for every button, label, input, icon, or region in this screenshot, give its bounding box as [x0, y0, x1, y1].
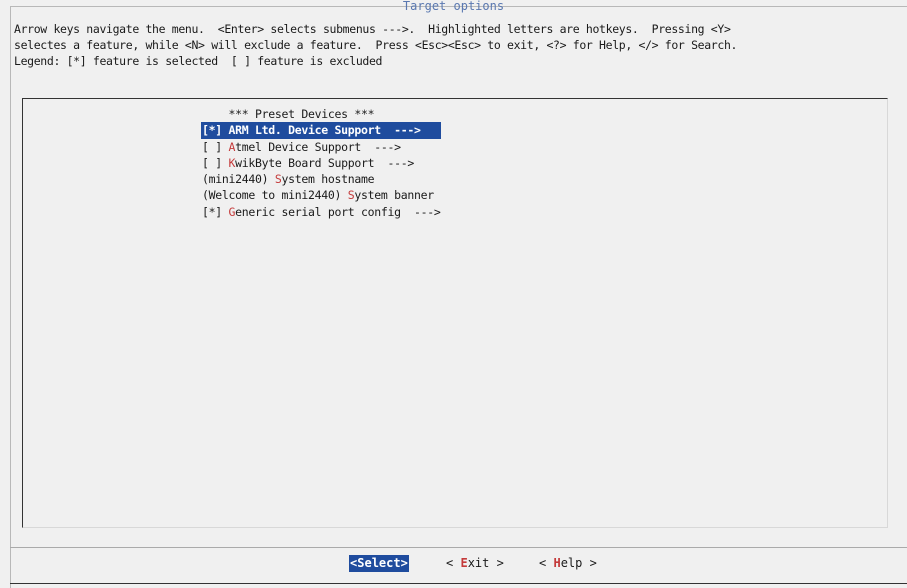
help-button-hotkey: H	[553, 556, 561, 570]
menu-item-label: tmel Device Support --->	[235, 139, 401, 154]
select-button-label: elect>	[364, 556, 408, 570]
menu-item-checkbox[interactable]: [*]	[202, 205, 229, 219]
menu-box	[22, 98, 888, 528]
help-button-left: <	[539, 556, 554, 570]
menu-item-atmel-device-support[interactable]: [ ] Atmel Device Support --->	[201, 139, 441, 155]
menu-item-kwikbyte-board-support[interactable]: [ ] KwikByte Board Support --->	[201, 155, 441, 171]
menu-item-preset-devices-header: *** Preset Devices ***	[201, 106, 441, 122]
exit-button-hotkey: E	[460, 556, 468, 570]
button-bar-separator	[10, 547, 907, 548]
menu-item-hotkey: S	[274, 172, 282, 187]
menu-item-generic-serial-port-config[interactable]: [*] Generic serial port config --->	[201, 204, 441, 220]
dialog-title: Target options	[402, 0, 505, 13]
exit-button-label: xit >	[467, 556, 504, 570]
help-button[interactable]: < Help >	[539, 555, 597, 572]
menu-item-label: ystem banner	[354, 188, 434, 203]
menu-item-label: *** Preset Devices ***	[202, 107, 375, 121]
menu-item-label: ystem hostname	[281, 172, 375, 187]
dialog-frame-left	[10, 6, 11, 588]
menu-item-arm-device-support[interactable]: [*] ARM Ltd. Device Support --->	[201, 122, 442, 139]
menu-item-label: eneric serial port config --->	[235, 204, 441, 219]
exit-button-left: <	[446, 556, 461, 570]
exit-button[interactable]: < Exit >	[446, 555, 504, 572]
select-button[interactable]: <Select>	[349, 555, 409, 572]
help-line-3: Legend: [*] feature is selected [ ] feat…	[14, 54, 383, 68]
menu-item-system-banner[interactable]: (Welcome to mini2440) System banner	[201, 187, 441, 203]
menu-item-checkbox[interactable]: [ ]	[202, 156, 229, 170]
menu-item-checkbox[interactable]: [ ]	[202, 140, 229, 154]
menu-item-system-hostname[interactable]: (mini2440) System hostname	[201, 171, 441, 187]
help-text: Arrow keys navigate the menu. <Enter> se…	[14, 21, 904, 69]
menu-item-checkbox[interactable]: [*]	[202, 123, 229, 137]
button-bar: <Select> < Exit > < Help >	[0, 555, 907, 573]
menu-item-value: (mini2440)	[202, 172, 275, 187]
dialog-frame-bottom	[10, 583, 907, 584]
help-button-label: elp >	[560, 556, 597, 570]
help-line-2: selectes a feature, while <N> will exclu…	[14, 38, 738, 52]
menu-item-value: (Welcome to mini2440)	[202, 188, 348, 203]
menu-list: *** Preset Devices *** [*] ARM Ltd. Devi…	[201, 106, 442, 220]
menu-item-label: RM Ltd. Device Support --->	[235, 123, 421, 138]
menu-item-label: wikByte Board Support --->	[235, 155, 414, 170]
help-line-1: Arrow keys navigate the menu. <Enter> se…	[14, 22, 731, 36]
